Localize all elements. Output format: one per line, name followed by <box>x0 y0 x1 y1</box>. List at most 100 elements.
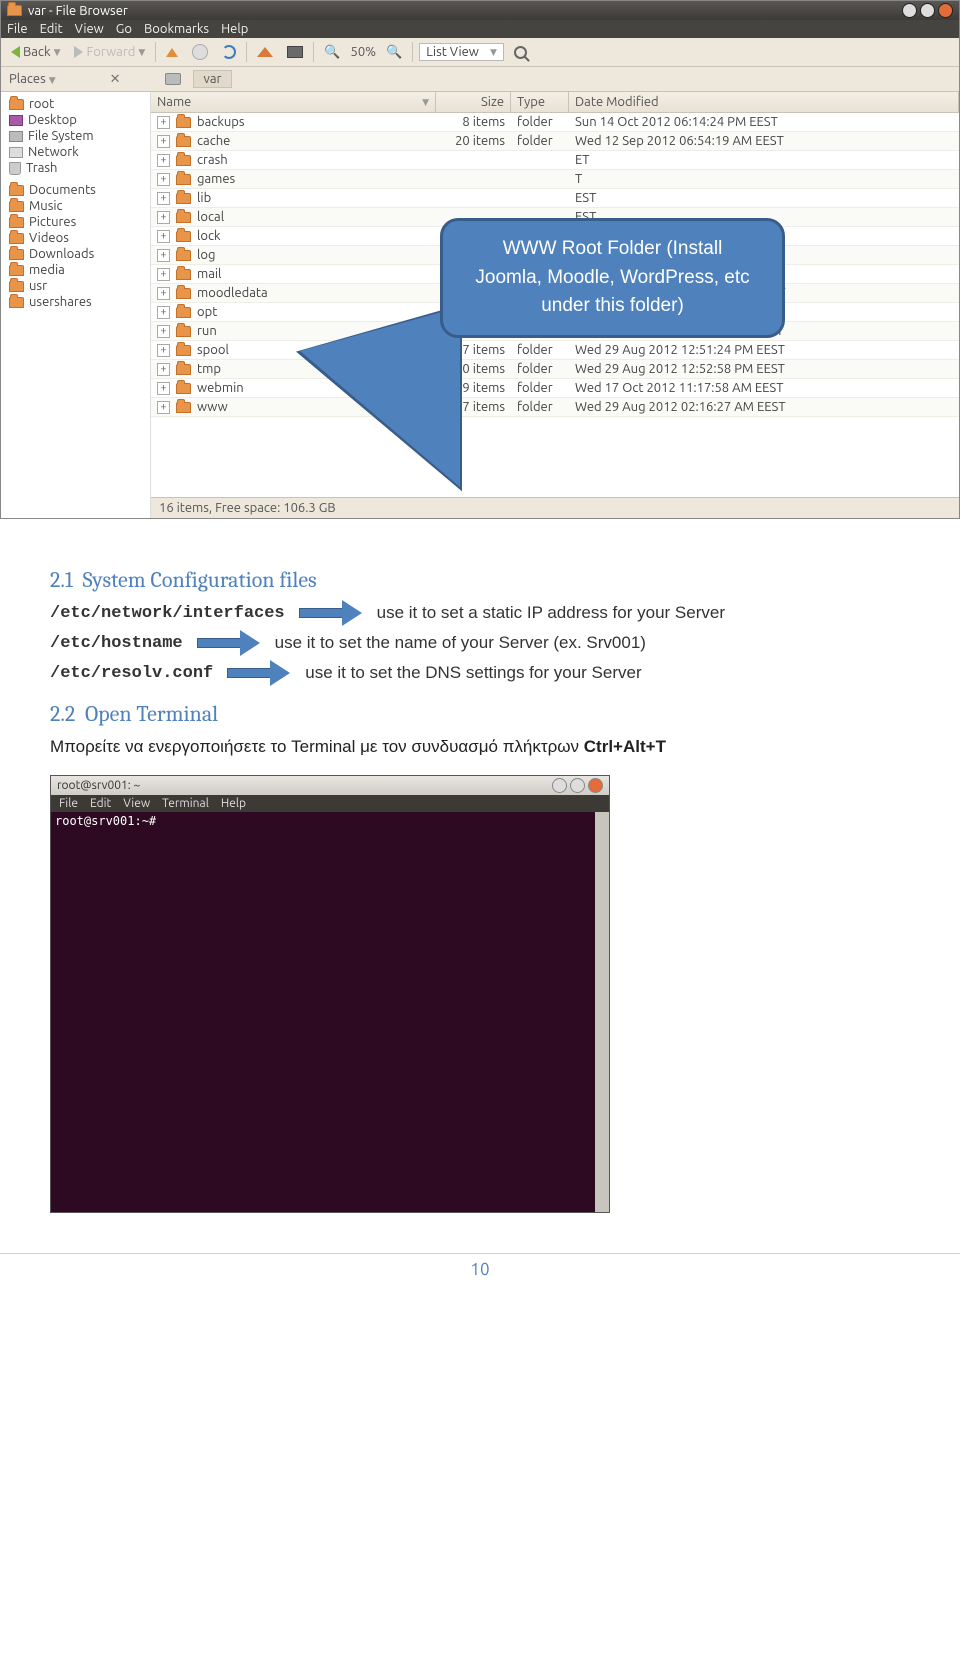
minimize-icon[interactable] <box>902 3 917 18</box>
folder-icon <box>9 185 24 196</box>
col-type[interactable]: Type <box>511 92 569 112</box>
sidebar-item-music[interactable]: Music <box>1 198 150 214</box>
forward-button[interactable]: Forward ▼ <box>70 43 149 61</box>
arrow-icon <box>299 603 363 623</box>
expand-icon[interactable]: + <box>157 135 170 148</box>
file-name: opt <box>197 305 217 319</box>
maximize-icon[interactable] <box>920 3 935 18</box>
menu-edit[interactable]: Edit <box>90 797 111 810</box>
expand-icon[interactable]: + <box>157 325 170 338</box>
sidebar-item-documents[interactable]: Documents <box>1 182 150 198</box>
arrow-left-icon <box>11 46 20 58</box>
sidebar-item-desktop[interactable]: Desktop <box>1 112 150 128</box>
table-row[interactable]: +webmin9 itemsfolderWed 17 Oct 2012 11:1… <box>151 379 959 398</box>
folder-icon <box>9 297 24 308</box>
zoom-in-button[interactable]: 🔍 <box>382 43 406 62</box>
sidebar-item-network[interactable]: Network <box>1 144 150 160</box>
sidebar-item-media[interactable]: media <box>1 262 150 278</box>
close-panel-icon[interactable]: ✕ <box>110 72 121 87</box>
table-row[interactable]: +tmp0 itemsfolderWed 29 Aug 2012 12:52:5… <box>151 360 959 379</box>
expand-icon[interactable]: + <box>157 116 170 129</box>
menu-go[interactable]: Go <box>116 22 132 36</box>
expand-icon[interactable]: + <box>157 268 170 281</box>
col-date[interactable]: Date Modified <box>569 92 959 112</box>
table-row[interactable]: +cache20 itemsfolderWed 12 Sep 2012 06:5… <box>151 132 959 151</box>
table-row[interactable]: +crashET <box>151 151 959 170</box>
expand-icon[interactable]: + <box>157 401 170 414</box>
expand-icon[interactable]: + <box>157 344 170 357</box>
col-name[interactable]: Name <box>157 95 191 109</box>
menu-file[interactable]: File <box>7 22 28 36</box>
shortcut: Ctrl+Alt+T <box>584 737 666 756</box>
expand-icon[interactable]: + <box>157 173 170 186</box>
sidebar-item-downloads[interactable]: Downloads <box>1 246 150 262</box>
menu-view[interactable]: View <box>123 797 150 810</box>
file-size <box>436 170 511 188</box>
expand-icon[interactable]: + <box>157 230 170 243</box>
expand-icon[interactable]: + <box>157 211 170 224</box>
minimize-icon[interactable] <box>552 778 567 793</box>
file-type: folder <box>511 132 569 150</box>
terminal-body[interactable]: root@srv001:~# <box>51 812 609 1212</box>
expand-icon[interactable]: + <box>157 249 170 262</box>
file-date: EST <box>569 189 959 207</box>
sidebar-item-videos[interactable]: Videos <box>1 230 150 246</box>
sidebar-item-usr[interactable]: usr <box>1 278 150 294</box>
file-name: games <box>197 172 235 186</box>
places-dropdown[interactable]: Places ▼ <box>9 72 56 86</box>
reload-button[interactable] <box>218 43 240 61</box>
config-row: /etc/hostname use it to set the name of … <box>50 633 910 653</box>
column-headers[interactable]: Name▼ Size Type Date Modified <box>151 92 959 113</box>
folder-icon <box>176 383 191 394</box>
window-titlebar[interactable]: var - File Browser <box>1 1 959 20</box>
up-button[interactable] <box>162 46 182 59</box>
table-row[interactable]: +gamesT <box>151 170 959 189</box>
expand-icon[interactable]: + <box>157 192 170 205</box>
expand-icon[interactable]: + <box>157 363 170 376</box>
back-button[interactable]: Back ▼ <box>7 43 64 61</box>
sidebar-item-root[interactable]: root <box>1 96 150 112</box>
sidebar-item-pictures[interactable]: Pictures <box>1 214 150 230</box>
drive-icon[interactable] <box>165 73 181 85</box>
sidebar-item-filesystem[interactable]: File System <box>1 128 150 144</box>
folder-icon <box>9 233 24 244</box>
table-row[interactable]: +www47 itemsfolderWed 29 Aug 2012 02:16:… <box>151 398 959 417</box>
terminal-menubar: File Edit View Terminal Help <box>51 795 609 812</box>
close-icon[interactable] <box>588 778 603 793</box>
heading-2-2: 2.2 Open Terminal <box>50 701 910 727</box>
menu-bookmarks[interactable]: Bookmarks <box>144 22 209 36</box>
status-bar: 16 items, Free space: 106.3 GB <box>151 497 959 518</box>
maximize-icon[interactable] <box>570 778 585 793</box>
menu-view[interactable]: View <box>75 22 104 36</box>
zoom-out-button[interactable]: 🔍 <box>320 43 344 62</box>
menu-help[interactable]: Help <box>221 22 248 36</box>
search-button[interactable] <box>510 44 531 61</box>
breadcrumb[interactable]: var <box>193 70 233 88</box>
expand-icon[interactable]: + <box>157 287 170 300</box>
home-button[interactable] <box>253 45 277 59</box>
expand-icon[interactable]: + <box>157 382 170 395</box>
file-date: Sun 14 Oct 2012 06:14:24 PM EEST <box>569 113 959 131</box>
config-path: /etc/hostname <box>50 634 183 653</box>
sidebar-item-trash[interactable]: Trash <box>1 160 150 176</box>
folder-icon <box>176 193 191 204</box>
stop-button[interactable] <box>188 42 212 62</box>
computer-button[interactable] <box>283 44 307 60</box>
folder-icon <box>176 269 191 280</box>
menu-edit[interactable]: Edit <box>40 22 63 36</box>
view-mode-select[interactable]: List View▼ <box>419 43 504 61</box>
expand-icon[interactable]: + <box>157 154 170 167</box>
table-row[interactable]: +backups8 itemsfolderSun 14 Oct 2012 06:… <box>151 113 959 132</box>
menu-terminal[interactable]: Terminal <box>162 797 209 810</box>
expand-icon[interactable]: + <box>157 306 170 319</box>
col-size[interactable]: Size <box>436 92 511 112</box>
window-title: var - File Browser <box>28 4 128 18</box>
terminal-titlebar[interactable]: root@srv001: ~ <box>51 776 609 795</box>
file-name: moodledata <box>197 286 268 300</box>
close-icon[interactable] <box>938 3 953 18</box>
sidebar-item-usershares[interactable]: usershares <box>1 294 150 310</box>
menu-file[interactable]: File <box>59 797 78 810</box>
menu-help[interactable]: Help <box>221 797 246 810</box>
table-row[interactable]: +spool7 itemsfolderWed 29 Aug 2012 12:51… <box>151 341 959 360</box>
table-row[interactable]: +libEST <box>151 189 959 208</box>
